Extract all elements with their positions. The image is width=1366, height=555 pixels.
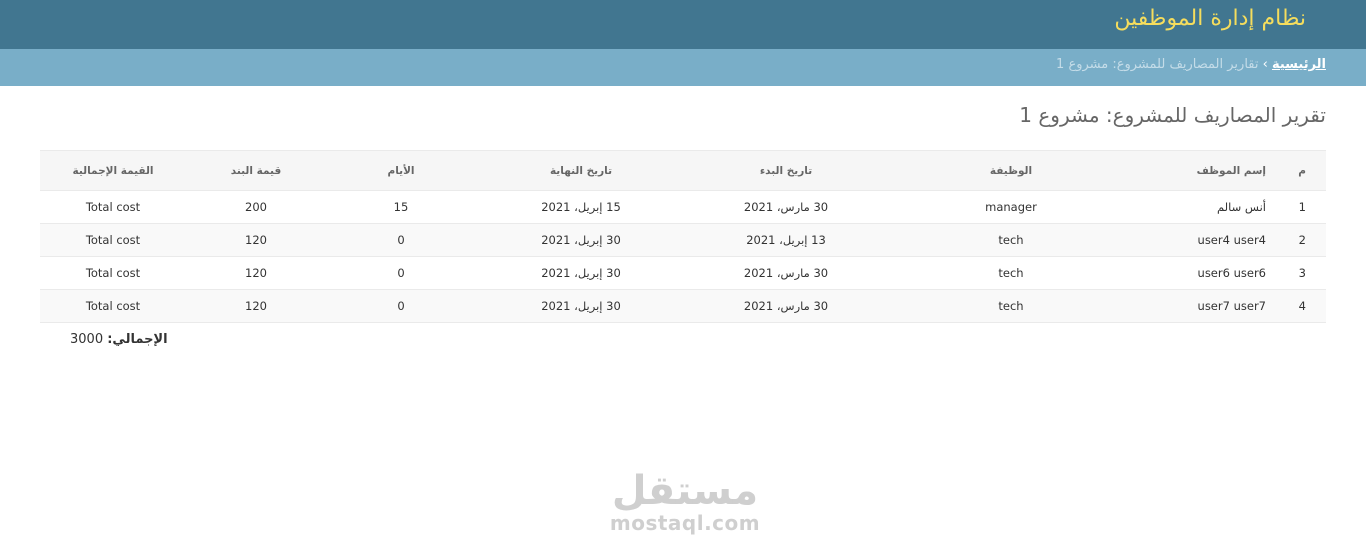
breadcrumb-separator: › [1262, 57, 1268, 72]
cell-item-value: 120 [186, 289, 326, 323]
breadcrumb-home-link[interactable]: الرئيسية [1272, 57, 1326, 72]
cell-start-date: 30 مارس، 2021 [686, 289, 886, 323]
expenses-table: م إسم الموظف الوظيفة تاريخ البدء تاريخ ا… [40, 150, 1326, 323]
watermark-arabic: مستقل [611, 468, 759, 514]
watermark-latin: mostaql.com [609, 511, 761, 535]
page-title: تقرير المصاريف للمشروع: مشروع 1 [1019, 103, 1326, 127]
column-header-employee-name: إسم الموظف [1136, 150, 1266, 191]
cell-employee-name: user4 user4 [1136, 223, 1266, 257]
column-header-end-date: تاريخ النهاية [476, 150, 686, 191]
cell-total-value: Total cost [40, 223, 186, 257]
table-row: 2 user4 user4 tech 13 إبريل، 2021 30 إبر… [40, 223, 1326, 257]
cell-job: manager [886, 190, 1136, 224]
cell-job: tech [886, 256, 1136, 290]
cell-end-date: 30 إبريل، 2021 [476, 256, 686, 290]
cell-days: 0 [326, 256, 476, 290]
cell-employee-name: أنس سالم [1136, 190, 1266, 224]
column-header-total-value: القيمة الإجمالية [40, 150, 186, 191]
column-header-days: الأيام [326, 150, 476, 191]
cell-days: 0 [326, 223, 476, 257]
cell-end-date: 15 إبريل، 2021 [476, 190, 686, 224]
cell-job: tech [886, 223, 1136, 257]
cell-index: 2 [1266, 223, 1326, 257]
grand-total: الإجمالي: 3000 [70, 332, 168, 347]
cell-total-value: Total cost [40, 289, 186, 323]
cell-end-date: 30 إبريل، 2021 [476, 223, 686, 257]
cell-start-date: 13 إبريل، 2021 [686, 223, 886, 257]
cell-end-date: 30 إبريل، 2021 [476, 289, 686, 323]
table-row: 4 user7 user7 tech 30 مارس، 2021 30 إبري… [40, 289, 1326, 323]
breadcrumb-inner: الرئيسية › تقارير المصاريف للمشروع: مشرو… [1056, 57, 1326, 72]
cell-item-value: 200 [186, 190, 326, 224]
column-header-start-date: تاريخ البدء [686, 150, 886, 191]
site-brand[interactable]: نظام إدارة الموظفين [1114, 6, 1306, 31]
table-row: 3 user6 user6 tech 30 مارس، 2021 30 إبري… [40, 256, 1326, 290]
table-header-row: م إسم الموظف الوظيفة تاريخ البدء تاريخ ا… [40, 150, 1326, 191]
cell-start-date: 30 مارس، 2021 [686, 256, 886, 290]
column-header-job: الوظيفة [886, 150, 1136, 191]
cell-index: 3 [1266, 256, 1326, 290]
column-header-index: م [1266, 150, 1326, 191]
table-row: 1 أنس سالم manager 30 مارس، 2021 15 إبري… [40, 190, 1326, 224]
grand-total-label: الإجمالي: [107, 332, 168, 347]
breadcrumb-current: تقارير المصاريف للمشروع: مشروع 1 [1056, 57, 1259, 72]
watermark-logo: مستقل mostaql.com [600, 470, 770, 534]
cell-item-value: 120 [186, 223, 326, 257]
cell-item-value: 120 [186, 256, 326, 290]
cell-total-value: Total cost [40, 190, 186, 224]
cell-days: 0 [326, 289, 476, 323]
cell-job: tech [886, 289, 1136, 323]
cell-employee-name: user6 user6 [1136, 256, 1266, 290]
breadcrumb: الرئيسية › تقارير المصاريف للمشروع: مشرو… [0, 49, 1366, 86]
grand-total-value: 3000 [70, 332, 104, 347]
cell-total-value: Total cost [40, 256, 186, 290]
column-header-item-value: قيمة البند [186, 150, 326, 191]
cell-start-date: 30 مارس، 2021 [686, 190, 886, 224]
cell-index: 1 [1266, 190, 1326, 224]
app-header: نظام إدارة الموظفين [0, 0, 1366, 49]
cell-days: 15 [326, 190, 476, 224]
cell-employee-name: user7 user7 [1136, 289, 1266, 323]
cell-index: 4 [1266, 289, 1326, 323]
